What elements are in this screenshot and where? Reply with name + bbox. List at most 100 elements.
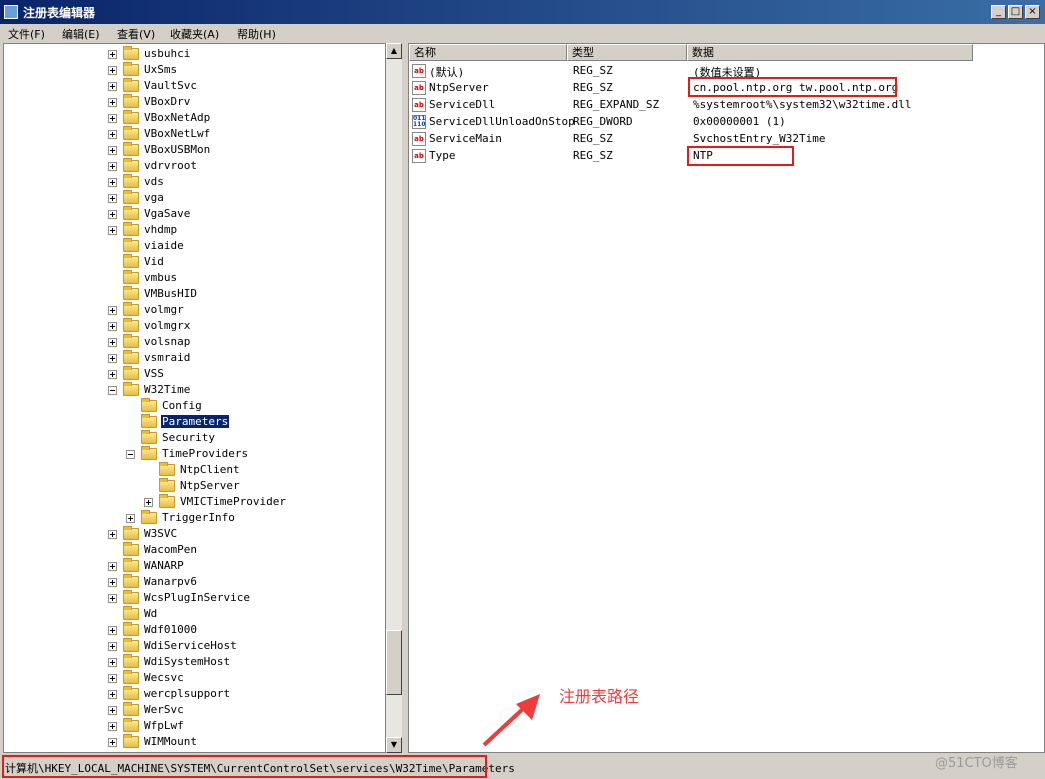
expand-icon[interactable] — [108, 306, 117, 315]
tree-node-label[interactable]: viaide — [143, 239, 185, 252]
tree-node-label[interactable]: Wd — [143, 607, 158, 620]
expand-icon[interactable] — [108, 210, 117, 219]
folder-icon — [123, 606, 139, 620]
tree-node-label[interactable]: vhdmp — [143, 223, 178, 236]
tree-node-label[interactable]: VSS — [143, 367, 165, 380]
tree-node-label[interactable]: Wdf01000 — [143, 623, 198, 636]
string-value-icon: ab — [412, 64, 426, 78]
scrollbar-thumb[interactable] — [386, 630, 402, 695]
tree-node-label[interactable]: NtpClient — [179, 463, 241, 476]
tree-node-label[interactable]: Parameters — [159, 414, 231, 429]
expand-icon[interactable] — [108, 354, 117, 363]
tree-node-label[interactable]: Wecsvc — [143, 671, 185, 684]
expand-icon[interactable] — [108, 674, 117, 683]
tree-node-label[interactable]: WdiSystemHost — [143, 655, 231, 668]
tree-node-label[interactable]: VBoxUSBMon — [143, 143, 211, 156]
tree-node-label[interactable]: WdiServiceHost — [143, 639, 238, 652]
value-row[interactable]: ab ServiceDll REG_EXPAND_SZ %systemroot%\sy… — [409, 97, 1044, 114]
tree-node-label[interactable]: volmgrx — [143, 319, 191, 332]
tree-node-label[interactable]: VgaSave — [143, 207, 191, 220]
registry-key-tree[interactable]: usbuhci UxSms VaultSvc VBoxDrv VBoxNetAdp VBo… — [3, 43, 386, 753]
expand-icon[interactable] — [108, 130, 117, 139]
tree-node-label[interactable]: W3SVC — [143, 527, 178, 540]
expand-icon[interactable] — [108, 722, 117, 731]
tree-node-label[interactable]: VMICTimeProvider — [179, 495, 287, 508]
tree-node-label[interactable]: TriggerInfo — [161, 511, 236, 524]
scroll-down-arrow-icon[interactable]: ▼ — [386, 737, 402, 753]
tree-node-label[interactable]: VaultSvc — [143, 79, 198, 92]
folder-icon — [123, 622, 139, 636]
tree-node-label[interactable]: VBoxNetLwf — [143, 127, 211, 140]
tree-node-label[interactable]: W32Time — [143, 383, 191, 396]
column-header-data[interactable]: 数据 — [687, 44, 973, 61]
tree-node-label[interactable]: TimeProviders — [161, 447, 249, 460]
expand-icon[interactable] — [108, 50, 117, 59]
scroll-up-arrow-icon[interactable]: ▲ — [386, 43, 402, 59]
expand-icon[interactable] — [108, 82, 117, 91]
expand-icon[interactable] — [108, 530, 117, 539]
folder-icon — [123, 254, 139, 268]
tree-node-label[interactable]: wercplsupport — [143, 687, 231, 700]
close-button[interactable]: × — [1025, 5, 1040, 19]
tree-node-label[interactable]: Security — [161, 431, 216, 444]
tree-node-label[interactable]: volsnap — [143, 335, 191, 348]
tree-node-label[interactable]: Config — [161, 399, 203, 412]
expand-icon[interactable] — [108, 98, 117, 107]
expand-icon[interactable] — [108, 690, 117, 699]
tree-node-label[interactable]: vsmraid — [143, 351, 191, 364]
menu-help[interactable]: 帮助(H) — [237, 26, 276, 42]
expand-icon[interactable] — [108, 194, 117, 203]
tree-node-label[interactable]: WerSvc — [143, 703, 185, 716]
tree-node-label[interactable]: vmbus — [143, 271, 178, 284]
tree-node-label[interactable]: WcsPlugInService — [143, 591, 251, 604]
minimize-button[interactable]: _ — [991, 5, 1006, 19]
tree-node-label[interactable]: WANARP — [143, 559, 185, 572]
tree-node-label[interactable]: vdrvroot — [143, 159, 198, 172]
tree-node-label[interactable]: Vid — [143, 255, 165, 268]
expand-icon[interactable] — [108, 642, 117, 651]
expand-icon[interactable] — [108, 338, 117, 347]
tree-node-label[interactable]: volmgr — [143, 303, 185, 316]
tree-node-label[interactable]: usbuhci — [143, 47, 191, 60]
tree-node-label[interactable]: VMBusHID — [143, 287, 198, 300]
tree-node-label[interactable]: VBoxDrv — [143, 95, 191, 108]
expand-icon[interactable] — [108, 226, 117, 235]
tree-node-label[interactable]: WfpLwf — [143, 719, 185, 732]
column-header-name[interactable]: 名称 — [409, 44, 567, 61]
tree-node-label[interactable]: vds — [143, 175, 165, 188]
expand-icon[interactable] — [144, 498, 153, 507]
expand-icon[interactable] — [108, 146, 117, 155]
menu-view[interactable]: 查看(V) — [117, 26, 155, 42]
maximize-button[interactable]: □ — [1008, 5, 1023, 19]
tree-node-label[interactable]: WIMMount — [143, 735, 198, 748]
tree-node-label[interactable]: vga — [143, 191, 165, 204]
folder-icon — [123, 62, 139, 76]
tree-node-label[interactable]: VBoxNetAdp — [143, 111, 211, 124]
collapse-icon[interactable] — [108, 386, 117, 395]
menu-edit[interactable]: 编辑(E) — [62, 26, 100, 42]
expand-icon[interactable] — [108, 370, 117, 379]
expand-icon[interactable] — [108, 658, 117, 667]
expand-icon[interactable] — [108, 578, 117, 587]
expand-icon[interactable] — [108, 562, 117, 571]
column-header-type[interactable]: 类型 — [567, 44, 687, 61]
tree-node-label[interactable]: Wanarpv6 — [143, 575, 198, 588]
expand-icon[interactable] — [108, 626, 117, 635]
tree-scrollbar[interactable]: ▲ ▼ — [386, 43, 402, 753]
menu-file[interactable]: 文件(F) — [8, 26, 45, 42]
expand-icon[interactable] — [108, 706, 117, 715]
expand-icon[interactable] — [108, 114, 117, 123]
menu-favorites[interactable]: 收藏夹(A) — [170, 26, 219, 42]
expand-icon[interactable] — [108, 738, 117, 747]
tree-node-label[interactable]: WacomPen — [143, 543, 198, 556]
expand-icon[interactable] — [126, 514, 135, 523]
value-row[interactable]: 011 110 ServiceDllUnloadOnStop REG_DWORD 0x… — [409, 114, 1044, 131]
tree-node-label[interactable]: NtpServer — [179, 479, 241, 492]
expand-icon[interactable] — [108, 322, 117, 331]
expand-icon[interactable] — [108, 178, 117, 187]
expand-icon[interactable] — [108, 162, 117, 171]
collapse-icon[interactable] — [126, 450, 135, 459]
expand-icon[interactable] — [108, 594, 117, 603]
expand-icon[interactable] — [108, 66, 117, 75]
tree-node-label[interactable]: UxSms — [143, 63, 178, 76]
